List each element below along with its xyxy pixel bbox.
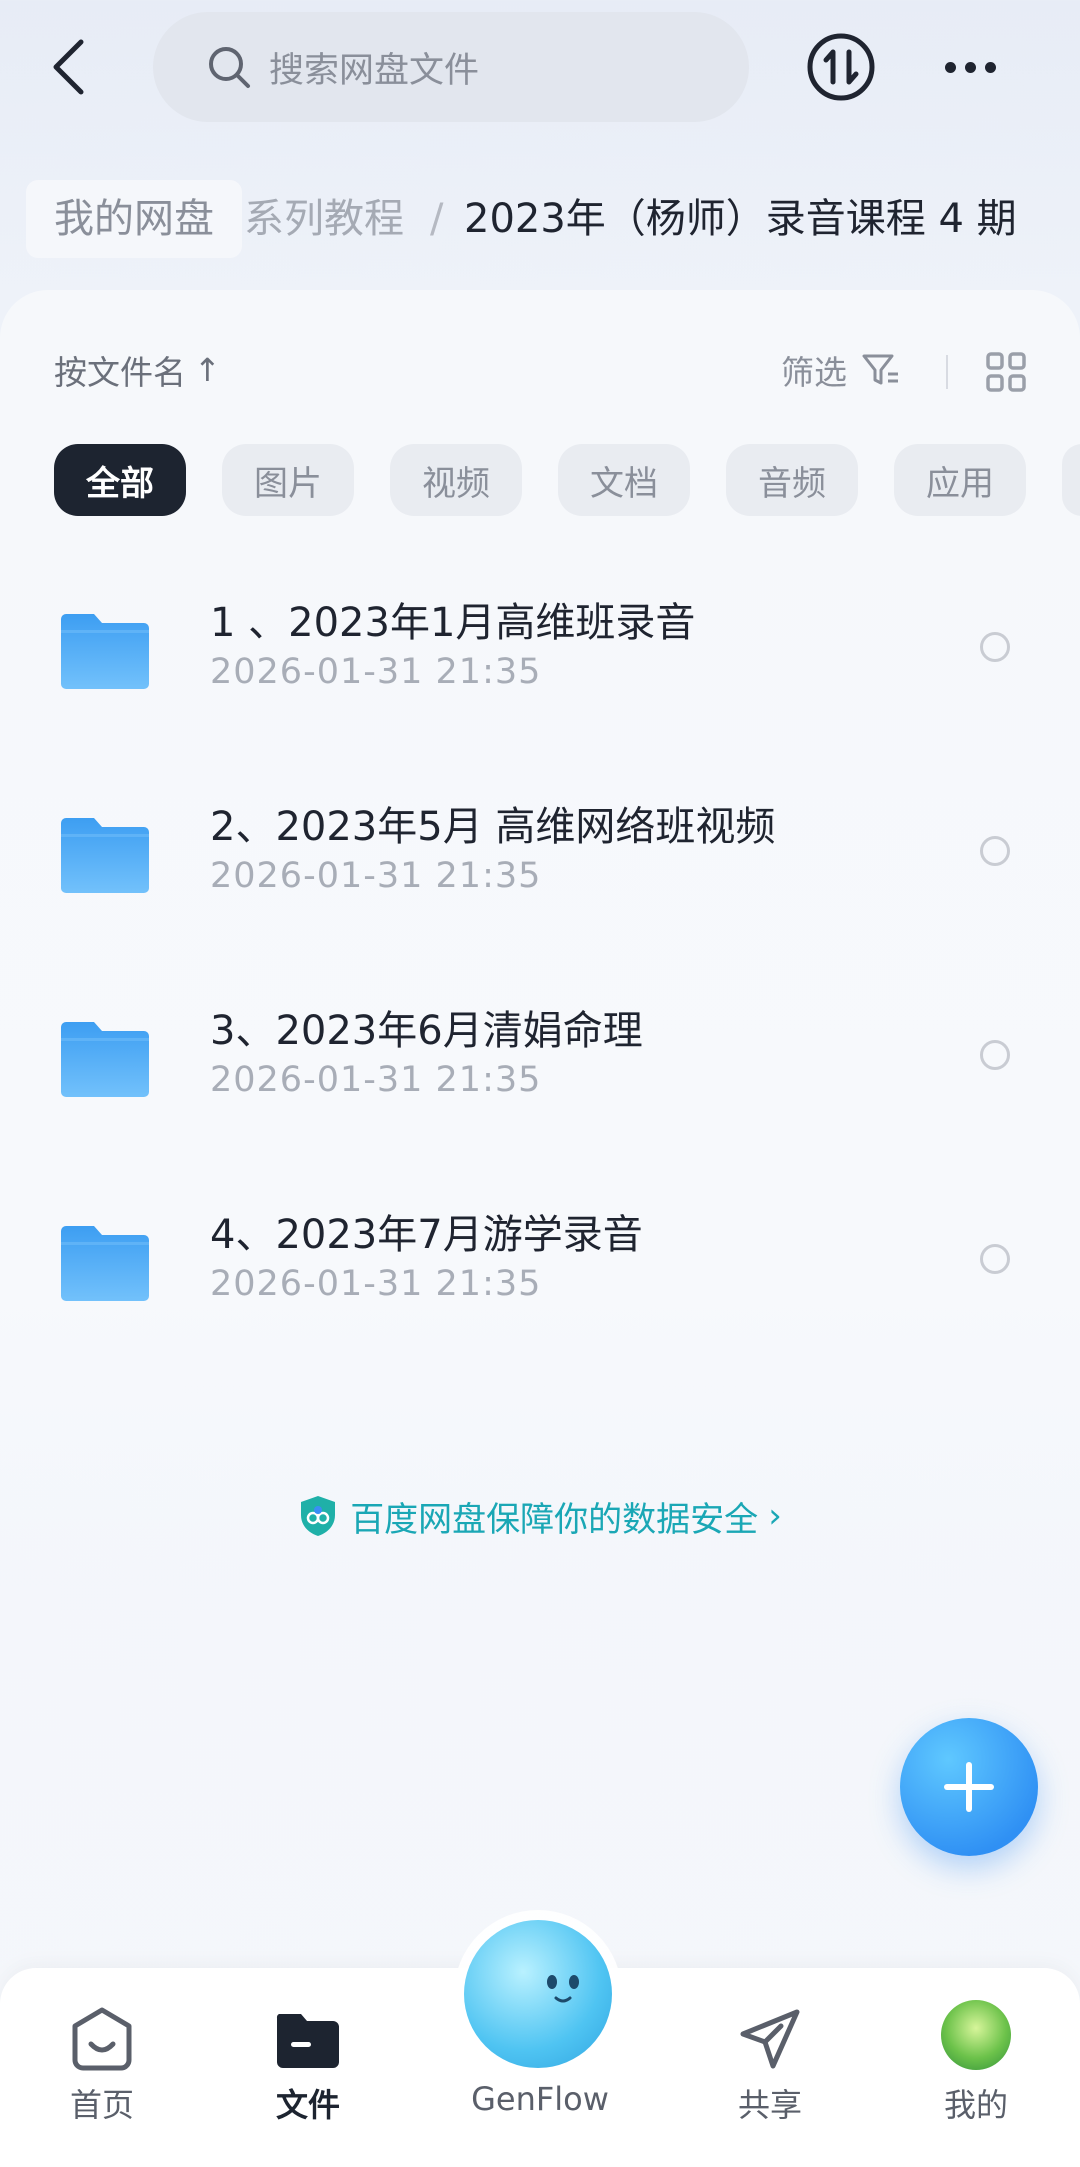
- shield-icon: [301, 1496, 336, 1536]
- category-chips: 全部 图片 视频 文档 音频 应用: [54, 444, 1026, 516]
- filter-button[interactable]: 筛选: [781, 345, 901, 395]
- chip-more[interactable]: [1062, 444, 1080, 516]
- select-radio[interactable]: [980, 632, 1010, 662]
- search-icon: [207, 45, 251, 89]
- list-item[interactable]: 2、2023年5月 高维网络班视频 2026-01-31 21:35: [0, 784, 1080, 954]
- breadcrumb-home[interactable]: 我的网盘: [26, 180, 242, 258]
- breadcrumb: 我的网盘 系列教程 / 2023年（杨师）录音课程 4 期: [0, 180, 1080, 260]
- select-radio[interactable]: [980, 1244, 1010, 1274]
- folder-icon: [61, 818, 149, 893]
- list-item[interactable]: 4、2023年7月游学录音 2026-01-31 21:35: [0, 1192, 1080, 1362]
- breadcrumb-separator: /: [430, 196, 444, 242]
- chip-all[interactable]: 全部: [54, 444, 186, 516]
- genflow-mascot-icon[interactable]: [464, 1920, 612, 2068]
- home-icon: [72, 2007, 132, 2071]
- chip-videos[interactable]: 视频: [390, 444, 522, 516]
- sort-label: 按文件名: [54, 353, 186, 392]
- list-item[interactable]: 3、2023年6月清娟命理 2026-01-31 21:35: [0, 988, 1080, 1158]
- grid-view-icon[interactable]: [985, 351, 1027, 393]
- nav-me-label: 我的: [943, 2086, 1008, 2124]
- toolbar-divider: [946, 355, 948, 389]
- nav-home-label: 首页: [69, 2086, 134, 2124]
- search-placeholder: 搜索网盘文件: [269, 50, 480, 91]
- chip-apps[interactable]: 应用: [894, 444, 1026, 516]
- nav-genflow-label[interactable]: GenFlow: [420, 2080, 660, 2118]
- file-date: 2026-01-31 21:35: [210, 856, 542, 896]
- nav-home[interactable]: 首页: [22, 1968, 182, 2167]
- chevron-right-icon: ›: [768, 1496, 782, 1536]
- chip-audio[interactable]: 音频: [726, 444, 858, 516]
- folder-icon: [61, 1226, 149, 1301]
- file-date: 2026-01-31 21:35: [210, 652, 542, 692]
- sort-button[interactable]: 按文件名 ↑: [54, 345, 221, 395]
- list-item[interactable]: 1 、2023年1月高维班录音 2026-01-31 21:35: [0, 580, 1080, 750]
- file-date: 2026-01-31 21:35: [210, 1060, 542, 1100]
- folder-icon: [276, 2014, 339, 2068]
- avatar[interactable]: [941, 2000, 1011, 2070]
- chip-documents[interactable]: 文档: [558, 444, 690, 516]
- breadcrumb-current: 2023年（杨师）录音课程 4 期: [464, 196, 1017, 242]
- back-icon[interactable]: [38, 30, 98, 104]
- file-date: 2026-01-31 21:35: [210, 1264, 542, 1304]
- add-button[interactable]: [900, 1718, 1038, 1856]
- plus-icon: [944, 1762, 994, 1812]
- send-icon: [740, 2009, 800, 2069]
- top-bar: 搜索网盘文件: [0, 0, 1080, 140]
- chip-images[interactable]: 图片: [222, 444, 354, 516]
- file-name: 1 、2023年1月高维班录音: [210, 600, 696, 646]
- security-link[interactable]: 百度网盘保障你的数据安全 ›: [0, 1488, 1080, 1544]
- breadcrumb-middle[interactable]: 系列教程: [244, 180, 404, 258]
- select-radio[interactable]: [980, 836, 1010, 866]
- nav-files[interactable]: 文件: [228, 1968, 388, 2167]
- transfer-icon[interactable]: [806, 32, 876, 102]
- search-bar[interactable]: 搜索网盘文件: [153, 12, 749, 122]
- filter-label: 筛选: [781, 353, 847, 392]
- folder-icon: [61, 614, 149, 689]
- select-radio[interactable]: [980, 1040, 1010, 1070]
- nav-share[interactable]: 共享: [690, 1968, 850, 2167]
- file-name: 2、2023年5月 高维网络班视频: [210, 804, 776, 850]
- more-icon[interactable]: [935, 44, 1005, 90]
- file-name: 3、2023年6月清娟命理: [210, 1008, 643, 1054]
- security-text: 百度网盘保障你的数据安全: [350, 1499, 759, 1540]
- nav-share-label: 共享: [737, 2086, 802, 2124]
- sort-arrow-icon: ↑: [194, 351, 221, 389]
- folder-icon: [61, 1022, 149, 1097]
- file-name: 4、2023年7月游学录音: [210, 1212, 643, 1258]
- filter-icon: [861, 350, 901, 390]
- nav-files-label: 文件: [275, 2086, 340, 2124]
